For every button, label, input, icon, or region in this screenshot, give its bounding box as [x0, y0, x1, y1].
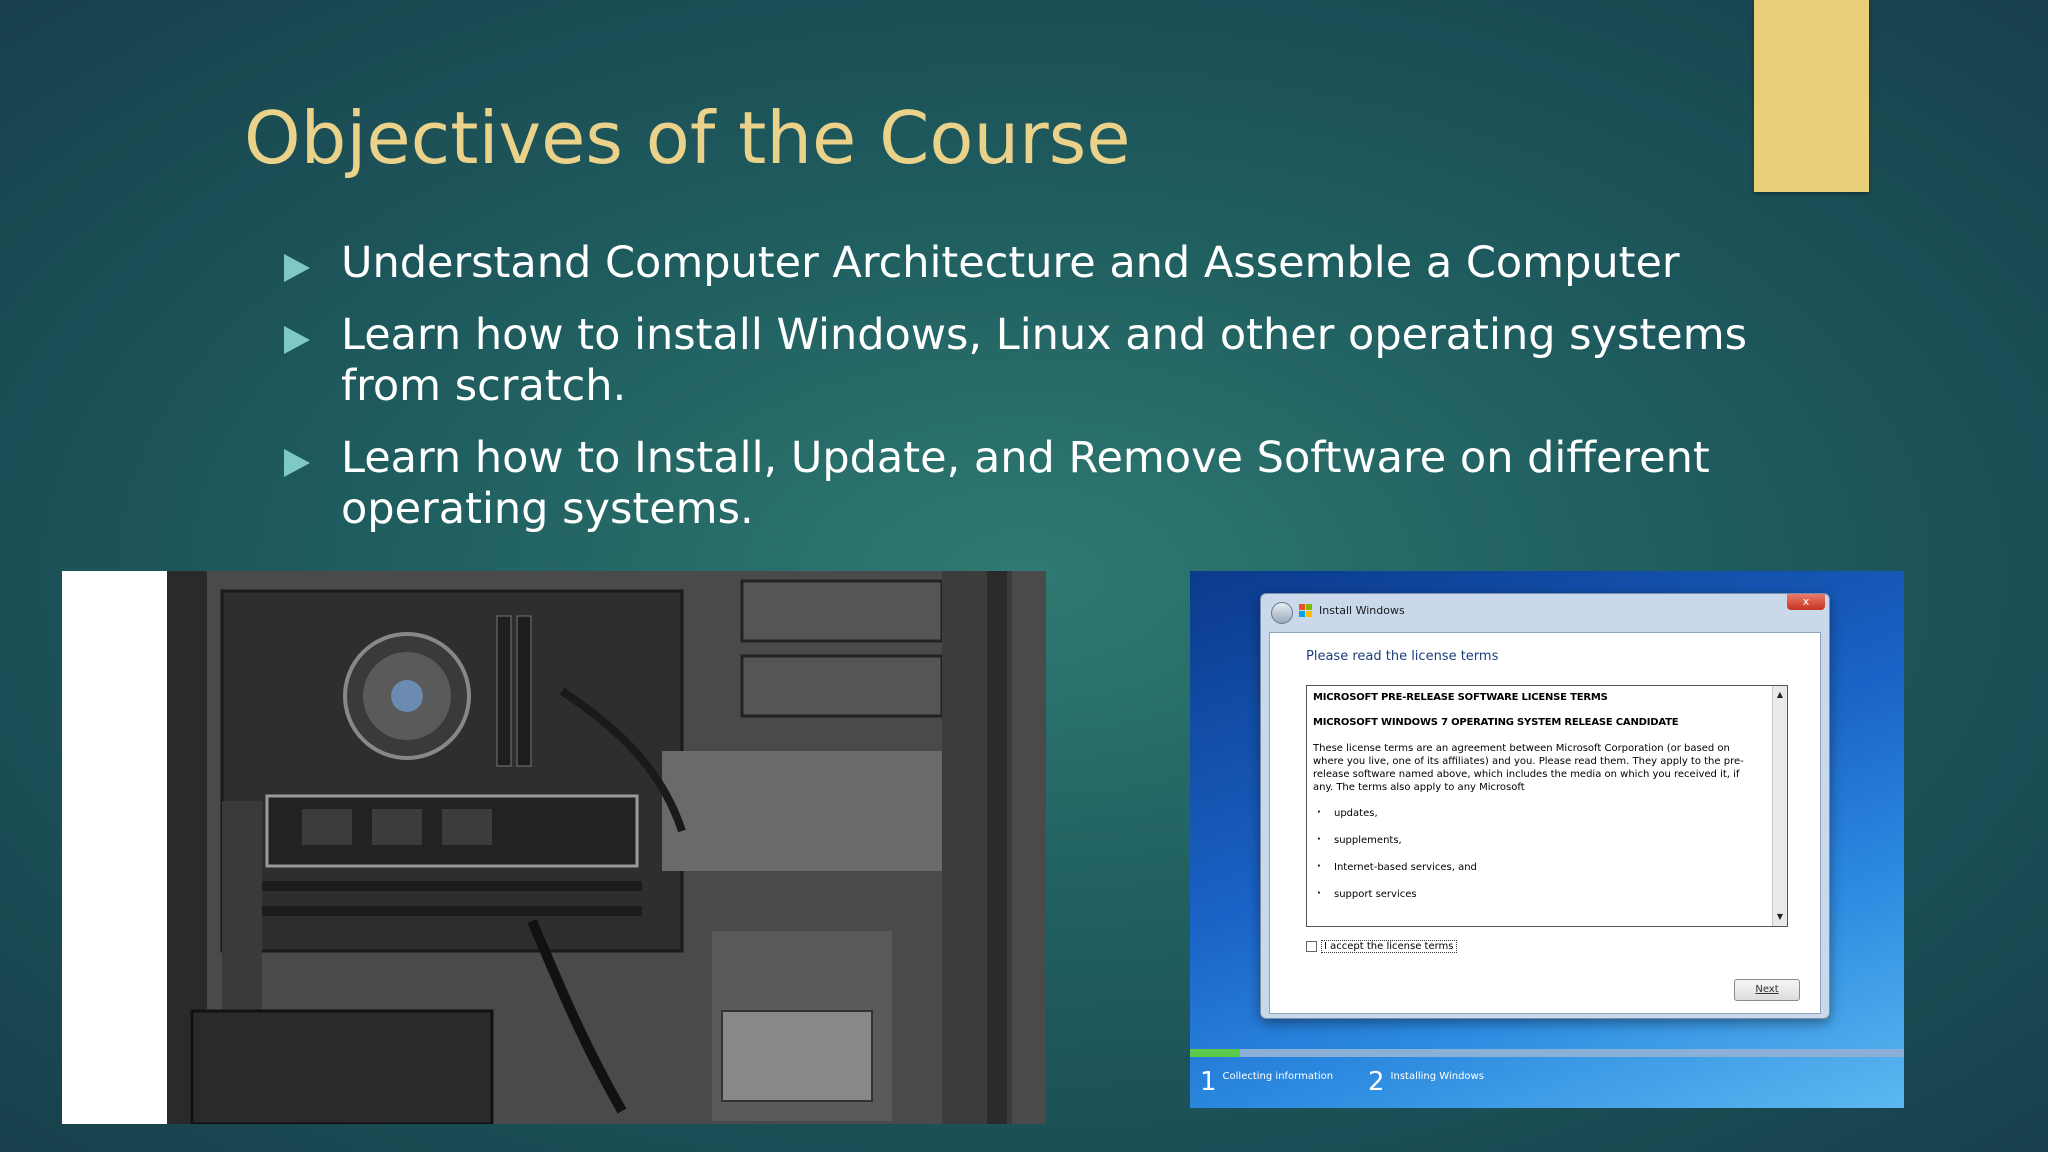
- license-paragraph: These license terms are an agreement bet…: [1313, 743, 1744, 793]
- license-list-item: Internet-based services, and: [1313, 861, 1761, 873]
- windows-installer-screenshot: Install Windows x Please read the licens…: [1190, 571, 1904, 1108]
- objective-item: Understand Computer Architecture and Ass…: [284, 238, 1804, 289]
- computer-internals-photo: [62, 571, 1046, 1124]
- windows-logo-icon: [1299, 604, 1312, 617]
- license-list-item: updates,: [1313, 807, 1761, 819]
- objective-item: Learn how to Install, Update, and Remove…: [284, 433, 1804, 535]
- scroll-down-icon[interactable]: ▼: [1775, 910, 1785, 924]
- step-number: 2: [1368, 1067, 1385, 1097]
- bullet-arrow-icon: [284, 326, 310, 354]
- accept-license-row[interactable]: I accept the license terms: [1306, 940, 1457, 953]
- accept-license-checkbox[interactable]: [1306, 941, 1317, 952]
- scroll-up-icon[interactable]: ▲: [1775, 688, 1785, 702]
- license-content: MICROSOFT PRE-RELEASE SOFTWARE LICENSE T…: [1313, 692, 1761, 916]
- license-heading: MICROSOFT WINDOWS 7 OPERATING SYSTEM REL…: [1313, 717, 1679, 728]
- install-step: 1 Collecting information: [1200, 1067, 1333, 1097]
- objective-text: Learn how to Install, Update, and Remove…: [341, 433, 1710, 534]
- install-step: 2 Installing Windows: [1368, 1067, 1484, 1097]
- step-label: Installing Windows: [1390, 1071, 1484, 1082]
- dialog-titlebar: Install Windows x: [1261, 594, 1829, 630]
- objective-text: Understand Computer Architecture and Ass…: [341, 238, 1680, 288]
- step-number: 1: [1200, 1067, 1217, 1097]
- bullet-arrow-icon: [284, 254, 310, 282]
- accent-tab: [1754, 0, 1869, 192]
- computer-case-illustration: [62, 571, 1046, 1124]
- install-progress-fill: [1190, 1049, 1240, 1057]
- accept-license-label[interactable]: I accept the license terms: [1321, 940, 1457, 953]
- license-list-item: support services: [1313, 888, 1761, 900]
- license-list-item: supplements,: [1313, 834, 1761, 846]
- dialog-body: Please read the license terms MICROSOFT …: [1269, 632, 1821, 1014]
- objective-text: Learn how to install Windows, Linux and …: [341, 310, 1748, 411]
- dialog-heading: Please read the license terms: [1306, 649, 1499, 664]
- back-arrow-icon[interactable]: [1271, 602, 1293, 624]
- next-button[interactable]: Next: [1734, 979, 1800, 1001]
- license-text-box[interactable]: MICROSOFT PRE-RELEASE SOFTWARE LICENSE T…: [1306, 685, 1788, 927]
- slide-title: Objectives of the Course: [244, 96, 1131, 180]
- objective-item: Learn how to install Windows, Linux and …: [284, 310, 1804, 412]
- install-windows-dialog: Install Windows x Please read the licens…: [1260, 593, 1830, 1019]
- bullet-arrow-icon: [284, 449, 310, 477]
- objectives-list: Understand Computer Architecture and Ass…: [284, 238, 1804, 556]
- license-scrollbar[interactable]: ▲ ▼: [1772, 686, 1787, 926]
- close-button[interactable]: x: [1787, 594, 1825, 610]
- license-heading: MICROSOFT PRE-RELEASE SOFTWARE LICENSE T…: [1313, 692, 1608, 703]
- install-progress-bar: [1190, 1049, 1904, 1057]
- dialog-title: Install Windows: [1319, 604, 1405, 617]
- step-label: Collecting information: [1222, 1071, 1334, 1082]
